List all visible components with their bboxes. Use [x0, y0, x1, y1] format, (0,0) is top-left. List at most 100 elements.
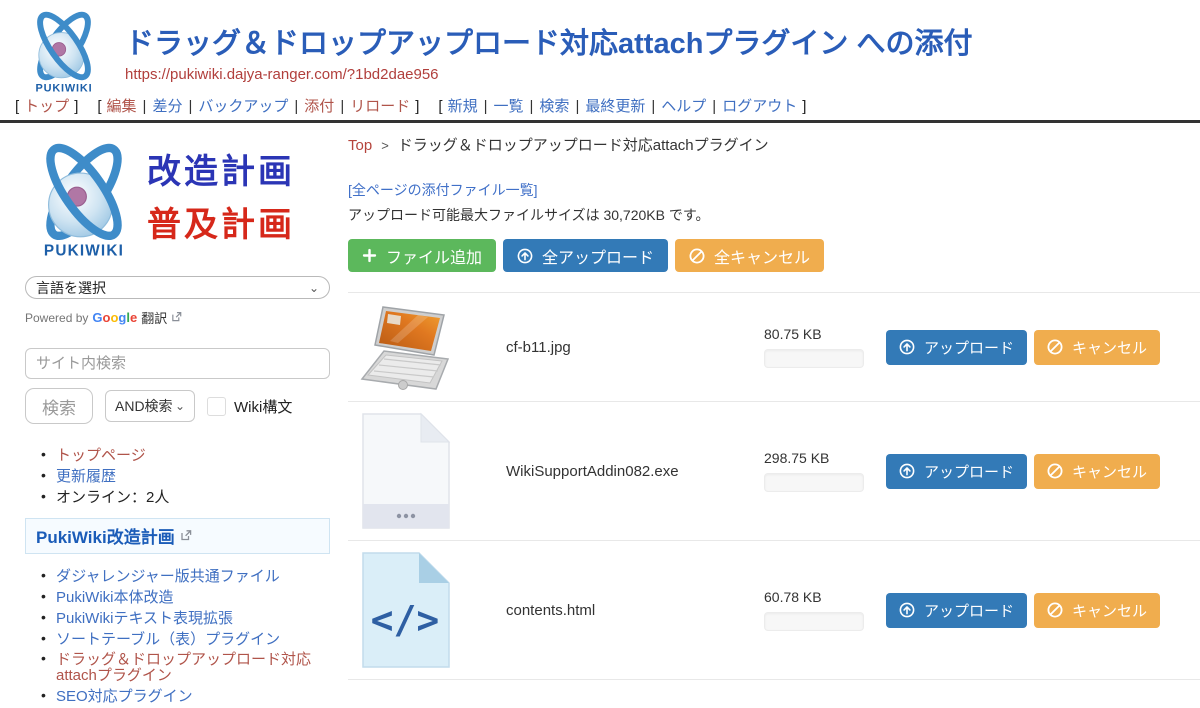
google-translate-attribution: Powered by Google 翻訳 — [25, 308, 330, 327]
nav-item-search[interactable]: 検索 — [539, 98, 569, 115]
cancel-button[interactable]: キャンセル — [1034, 593, 1160, 628]
file-name: contents.html — [506, 602, 764, 619]
nav-separator: | — [575, 98, 579, 115]
list-item: SEO対応プラグイン — [41, 687, 330, 707]
wiki-syntax-label: Wiki構文 — [234, 396, 292, 417]
list-item: ソートテーブル（表）プラグイン — [41, 630, 330, 650]
logo-text-kaizou: 改造計画 — [147, 146, 295, 199]
sidebar-section-heading[interactable]: PukiWiki改造計画 — [25, 518, 330, 554]
search-button[interactable]: 検索 — [25, 388, 93, 424]
sidebar-item-body-mod[interactable]: PukiWiki本体改造 — [56, 589, 174, 606]
breadcrumb-separator: > — [381, 138, 389, 153]
progress-bar — [764, 612, 864, 631]
logo-text-fukyuu: 普及計画 — [147, 199, 295, 252]
sidebar-top-links: トップページ 更新履歴 オンライン：2人 — [41, 446, 330, 507]
upload-button[interactable]: アップロード — [886, 330, 1027, 365]
file-size-box: 80.75 KB — [764, 326, 870, 368]
sidebar-item-seo-plugin[interactable]: SEO対応プラグイン — [56, 688, 193, 705]
nav-bracket: [ — [97, 98, 101, 115]
translate-link[interactable]: 翻訳 — [141, 308, 167, 327]
nav-item-attach[interactable]: 添付 — [304, 98, 334, 115]
upload-circle-icon — [899, 463, 915, 479]
file-row: cf-b11.jpg 80.75 KB アップロード キャンセル — [348, 293, 1200, 402]
all-attachments-link[interactable]: [全ページの添付ファイル一覧] — [348, 180, 538, 200]
atom-icon: PUKIWIKI — [22, 6, 106, 96]
atom-icon: PUKIWIKI — [25, 137, 143, 261]
breadcrumb-home-link[interactable]: Top — [348, 137, 372, 154]
nav-item-edit[interactable]: 編集 — [107, 98, 137, 115]
cancel-label: キャンセル — [1072, 600, 1147, 621]
nav-item-list[interactable]: 一覧 — [494, 98, 524, 115]
upload-button[interactable]: アップロード — [886, 593, 1027, 628]
ban-circle-icon — [689, 248, 705, 264]
sidebar-item-dnd-attach[interactable]: ドラッグ＆ドロップアップロード対応attachプラグイン — [56, 651, 311, 684]
file-size-box: 298.75 KB — [764, 450, 870, 492]
nav-bracket: ] — [802, 98, 806, 115]
nav-item-new[interactable]: 新規 — [448, 98, 478, 115]
ban-circle-icon — [1047, 339, 1063, 355]
wiki-syntax-checkbox[interactable] — [207, 397, 226, 416]
plus-icon — [362, 248, 377, 263]
pukiwiki-atom-logo[interactable]: PUKIWIKI — [22, 6, 106, 96]
cancel-all-button[interactable]: 全キャンセル — [675, 239, 824, 272]
nav-item-reload[interactable]: リロード — [350, 98, 410, 115]
sidebar-logo-text: 改造計画 普及計画 — [147, 146, 295, 251]
ban-circle-icon — [1047, 463, 1063, 479]
html-code-file-icon: </> — [361, 551, 451, 669]
file-thumbnail — [356, 412, 456, 530]
page-url-link[interactable]: https://pukiwiki.dajya-ranger.com/?1bd2d… — [125, 66, 439, 83]
file-size: 80.75 KB — [764, 326, 870, 342]
nav-bar: [トップ][編集|差分|バックアップ|添付|リロード][新規|一覧|検索|最終更… — [10, 95, 811, 116]
file-row-actions: アップロード キャンセル — [886, 454, 1160, 489]
nav-item-backup[interactable]: バックアップ — [198, 98, 288, 115]
file-row-actions: アップロード キャンセル — [886, 330, 1160, 365]
nav-separator: | — [712, 98, 716, 115]
generic-file-icon — [361, 412, 451, 530]
nav-item-diff[interactable]: 差分 — [152, 98, 182, 115]
nav-item-help[interactable]: ヘルプ — [661, 98, 706, 115]
nav-bracket: [ — [438, 98, 442, 115]
nav-separator: | — [651, 98, 655, 115]
file-name: WikiSupportAddin082.exe — [506, 463, 764, 480]
page-title: ドラッグ＆ドロップアップロード対応attachプラグイン への添付 — [125, 20, 972, 62]
sidebar-item-common-files[interactable]: ダジャレンジャー版共通ファイル — [56, 568, 280, 585]
sidebar-online-count: オンライン：2人 — [56, 489, 169, 506]
language-select-value: 言語を選択 — [36, 278, 106, 298]
search-mode-select[interactable]: AND検索 ⌄ — [105, 390, 195, 422]
sidebar-item-text-ext[interactable]: PukiWikiテキスト表現拡張 — [56, 610, 233, 627]
breadcrumb-current-page: ドラッグ＆ドロップアップロード対応attachプラグイン — [398, 137, 769, 154]
nav-item-top[interactable]: トップ — [24, 98, 69, 115]
upload-all-button[interactable]: 全アップロード — [503, 239, 668, 272]
search-mode-value: AND検索 — [115, 396, 173, 416]
nav-bracket: ] — [415, 98, 419, 115]
cancel-button[interactable]: キャンセル — [1034, 330, 1160, 365]
sidebar-item-top-page[interactable]: トップページ — [56, 447, 146, 464]
nav-separator: | — [530, 98, 534, 115]
sidebar-item-update-history[interactable]: 更新履歴 — [56, 468, 116, 485]
list-item: ダジャレンジャー版共通ファイル — [41, 567, 330, 587]
file-thumbnail: </> — [356, 551, 456, 669]
add-file-button[interactable]: ファイル追加 — [348, 239, 496, 272]
list-item: 更新履歴 — [41, 467, 330, 487]
external-link-icon — [171, 311, 182, 325]
brand-text: PUKIWIKI — [44, 243, 124, 260]
nav-item-logout[interactable]: ログアウト — [722, 98, 797, 115]
cancel-all-label: 全キャンセル — [714, 244, 810, 268]
sidebar-logo[interactable]: PUKIWIKI 改造計画 普及計画 — [25, 136, 330, 262]
upload-button[interactable]: アップロード — [886, 454, 1027, 489]
ban-circle-icon — [1047, 602, 1063, 618]
cancel-button[interactable]: キャンセル — [1034, 454, 1160, 489]
sidebar-item-sort-table[interactable]: ソートテーブル（表）プラグイン — [56, 631, 280, 648]
upload-label: アップロード — [924, 600, 1014, 621]
language-select[interactable]: 言語を選択 ⌄ — [25, 276, 330, 299]
site-search-input[interactable] — [25, 348, 330, 379]
header-divider — [0, 120, 1200, 123]
file-row: </> contents.html 60.78 KB アップロード キャンセル — [348, 541, 1200, 680]
nav-item-recent[interactable]: 最終更新 — [585, 98, 645, 115]
powered-by-label: Powered by — [25, 311, 88, 325]
sidebar: PUKIWIKI 改造計画 普及計画 言語を選択 ⌄ Powered by Go… — [25, 136, 330, 708]
file-name: cf-b11.jpg — [506, 339, 764, 356]
file-size: 298.75 KB — [764, 450, 870, 466]
max-file-size-text: アップロード可能最大ファイルサイズは 30,720KB です。 — [348, 205, 1200, 225]
chevron-down-icon: ⌄ — [309, 282, 319, 294]
